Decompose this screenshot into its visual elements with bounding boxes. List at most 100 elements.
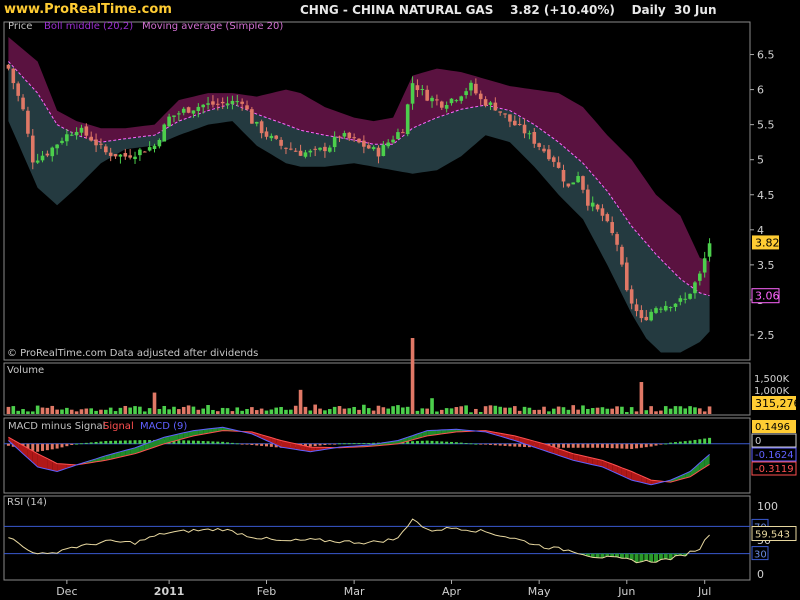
- volume-bar: [269, 409, 274, 414]
- volume-bar: [250, 407, 254, 414]
- volume-bar: [693, 407, 697, 414]
- volume-bar: [274, 407, 279, 414]
- volume-bar: [688, 406, 692, 414]
- price-candle: [683, 298, 688, 300]
- volume-bar: [386, 408, 391, 414]
- price-candle: [513, 120, 517, 126]
- price-candle: [659, 308, 663, 310]
- volume-bar: [35, 405, 40, 414]
- macd-histogram-bar: [318, 443, 322, 446]
- price-candle: [581, 176, 585, 190]
- price-candle: [60, 140, 64, 143]
- macd-histogram-bar: [250, 443, 254, 445]
- macd-histogram-bar: [221, 441, 225, 444]
- stock-chart[interactable]: 6.565.554.543.532.53.823.06PriceBoll mid…: [0, 0, 800, 600]
- price-candle: [211, 101, 215, 105]
- volume-bar: [167, 409, 171, 414]
- price-candle: [386, 142, 391, 147]
- macd-histogram-bar: [138, 440, 142, 444]
- price-candle: [678, 298, 683, 302]
- macd-histogram-bar: [591, 443, 595, 448]
- macd-histogram-bar: [177, 440, 181, 444]
- macd-histogram-bar: [630, 443, 634, 449]
- volume-bar: [702, 411, 707, 414]
- price-tick-label: 2.5: [757, 329, 775, 342]
- macd-histogram-bar: [143, 440, 147, 444]
- volume-bar: [181, 406, 186, 414]
- price-candle: [493, 102, 498, 111]
- volume-bar: [532, 409, 537, 414]
- volume-bar: [576, 409, 580, 414]
- macd-histogram-bar: [508, 443, 512, 447]
- volume-bar: [347, 408, 352, 414]
- volume-bar: [644, 410, 649, 414]
- volume-bar: [683, 408, 688, 414]
- volume-bar: [284, 409, 288, 414]
- volume-tick-label: 1,500K: [754, 374, 790, 385]
- price-tick-label: 4: [757, 224, 764, 237]
- price-candle: [352, 137, 356, 139]
- macd-histogram-bar: [84, 442, 88, 444]
- price-candle: [318, 147, 322, 150]
- macd-histogram-bar: [605, 443, 609, 448]
- macd-histogram-bar: [36, 443, 40, 452]
- price-candle: [172, 115, 176, 117]
- price-candle: [45, 153, 50, 156]
- volume-bar: [634, 411, 639, 414]
- price-candle: [225, 103, 230, 106]
- price-candle: [415, 85, 420, 91]
- price-candle: [40, 155, 45, 161]
- volume-bar: [40, 407, 45, 414]
- macd-histogram-bar: [425, 440, 429, 444]
- x-tick-label: 2011: [154, 585, 185, 598]
- price-candle: [644, 316, 649, 321]
- volume-bar: [191, 406, 196, 414]
- volume-bar: [313, 404, 317, 414]
- macd-histogram-bar: [55, 443, 59, 449]
- macd-histogram-bar: [625, 443, 629, 449]
- volume-bar: [84, 408, 89, 414]
- price-candle: [410, 83, 415, 104]
- rsi-tick-label: 0: [757, 568, 764, 581]
- macd-histogram-bar: [313, 443, 317, 447]
- price-candle: [503, 113, 507, 115]
- macd-histogram-bar: [50, 443, 54, 450]
- volume-bar: [118, 407, 123, 414]
- macd-histogram-bar: [333, 443, 337, 445]
- macd-histogram-bar: [367, 443, 371, 444]
- price-tick-label: 6.5: [757, 49, 775, 62]
- macd-histogram-bar: [488, 443, 492, 445]
- volume-bar: [157, 409, 162, 414]
- macd-histogram-bar: [576, 443, 580, 448]
- macd-histogram-bar: [65, 443, 69, 447]
- macd-histogram-bar: [264, 443, 268, 447]
- price-tick-label: 6: [757, 84, 764, 97]
- volume-bar: [435, 411, 439, 414]
- macd-histogram-bar: [518, 443, 522, 447]
- volume-bar: [152, 392, 157, 414]
- volume-bar: [89, 408, 94, 414]
- price-candle: [347, 132, 352, 139]
- price-candle: [430, 97, 434, 102]
- volume-bar: [293, 405, 298, 414]
- macd-histogram-bar: [415, 441, 419, 444]
- macd-histogram-bar: [89, 442, 93, 444]
- volume-bar: [527, 407, 532, 414]
- data-footer-note: © ProRealTime.com Data adjusted after di…: [7, 348, 258, 359]
- macd-histogram-bar: [79, 443, 83, 445]
- macd-histogram-bar: [610, 443, 614, 449]
- macd-histogram-bar: [128, 440, 132, 444]
- price-candle: [464, 91, 468, 96]
- price-candle: [74, 131, 79, 136]
- macd-histogram-bar: [454, 442, 458, 444]
- price-candle: [250, 109, 254, 124]
- volume-bar: [678, 406, 683, 414]
- x-tick-label: May: [528, 585, 551, 598]
- volume-bar: [420, 408, 425, 414]
- price-candle: [571, 182, 576, 185]
- macd-histogram-bar: [688, 440, 692, 444]
- price-candle: [206, 103, 210, 105]
- macd-histogram-bar: [513, 443, 517, 447]
- macd-histogram-bar: [445, 441, 449, 444]
- volume-bar: [55, 409, 59, 414]
